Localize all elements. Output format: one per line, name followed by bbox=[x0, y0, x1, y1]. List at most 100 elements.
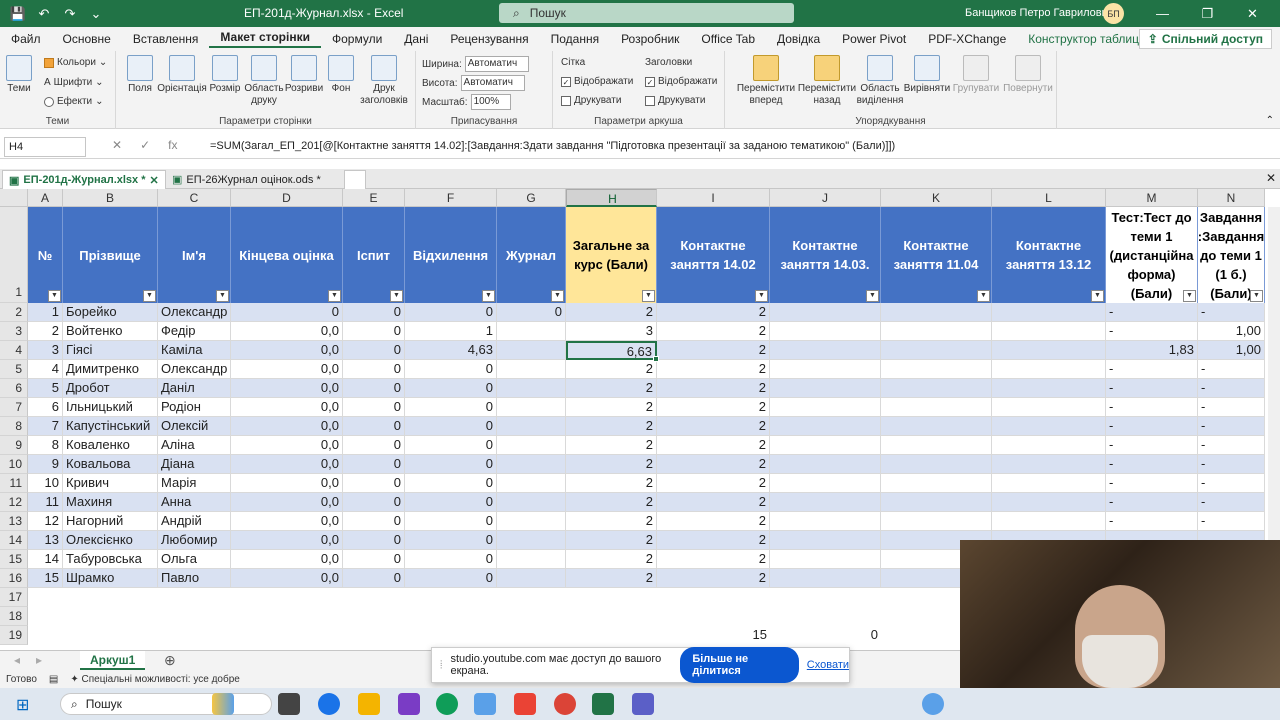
tab-insert[interactable]: Вставлення bbox=[122, 32, 210, 46]
filter-dropdown-icon[interactable]: ▼ bbox=[642, 290, 655, 302]
row-header[interactable]: 6 bbox=[0, 379, 28, 398]
table-cell[interactable]: 0 bbox=[405, 379, 497, 398]
table-cell[interactable] bbox=[497, 360, 566, 379]
table-cell[interactable]: 0 bbox=[343, 531, 405, 550]
table-cell[interactable] bbox=[881, 436, 992, 455]
row-header[interactable]: 3 bbox=[0, 322, 28, 341]
table-header-cell[interactable]: № bbox=[28, 207, 63, 303]
table-cell[interactable]: 0 bbox=[343, 569, 405, 588]
align-button[interactable]: Вирівняти bbox=[903, 55, 951, 95]
table-cell[interactable]: - bbox=[1106, 303, 1198, 322]
table-header-cell[interactable]: Тест:Тест до теми 1 (дистанційна форма) … bbox=[1106, 207, 1198, 303]
table-cell[interactable]: 0,0 bbox=[231, 379, 343, 398]
table-cell[interactable]: 0 bbox=[343, 512, 405, 531]
table-cell[interactable]: 1,83 bbox=[1106, 341, 1198, 360]
table-cell[interactable]: 0 bbox=[343, 493, 405, 512]
table-cell[interactable]: - bbox=[1198, 493, 1265, 512]
table-cell[interactable]: 0 bbox=[405, 474, 497, 493]
row-header[interactable]: 2 bbox=[0, 303, 28, 322]
table-cell[interactable]: Любомир bbox=[158, 531, 231, 550]
table-header-cell[interactable]: Контактне заняття 14.02 bbox=[657, 207, 770, 303]
table-cell[interactable]: 1 bbox=[405, 322, 497, 341]
table-cell[interactable]: 2 bbox=[657, 455, 770, 474]
select-all-corner[interactable] bbox=[0, 189, 28, 207]
table-cell[interactable]: - bbox=[1106, 493, 1198, 512]
table-cell[interactable]: 0 bbox=[405, 569, 497, 588]
name-box[interactable]: H4 bbox=[4, 137, 86, 157]
table-cell[interactable]: 0 bbox=[405, 398, 497, 417]
group-button[interactable]: Групувати bbox=[951, 55, 1001, 95]
tab-home[interactable]: Основне bbox=[52, 32, 122, 46]
send-backward-button[interactable]: Перемістити назад bbox=[797, 55, 857, 107]
close-tab-icon[interactable]: ✕ bbox=[150, 174, 159, 187]
accessibility-status[interactable]: ✦ Спеціальні можливості: усе добре bbox=[70, 674, 239, 685]
column-header[interactable]: K bbox=[881, 189, 992, 207]
margins-button[interactable]: Поля bbox=[124, 55, 156, 95]
table-cell[interactable]: Федір bbox=[158, 322, 231, 341]
table-cell[interactable] bbox=[770, 569, 881, 588]
tab-pdf-xchange[interactable]: PDF-XChange bbox=[917, 32, 1017, 46]
column-header[interactable]: L bbox=[992, 189, 1106, 207]
table-cell[interactable]: 2 bbox=[566, 417, 657, 436]
column-header[interactable]: E bbox=[343, 189, 405, 207]
table-cell[interactable]: 2 bbox=[657, 360, 770, 379]
table-cell[interactable]: 0,0 bbox=[231, 493, 343, 512]
table-cell[interactable]: - bbox=[1198, 379, 1265, 398]
column-header[interactable]: B bbox=[63, 189, 158, 207]
teams-icon[interactable] bbox=[632, 693, 654, 715]
table-cell[interactable] bbox=[992, 436, 1106, 455]
office-icon[interactable] bbox=[398, 693, 420, 715]
table-cell[interactable]: 0 bbox=[405, 417, 497, 436]
table-cell[interactable]: Марія bbox=[158, 474, 231, 493]
filter-dropdown-icon[interactable]: ▼ bbox=[551, 290, 564, 302]
table-cell[interactable] bbox=[770, 436, 881, 455]
table-cell[interactable]: - bbox=[1106, 417, 1198, 436]
table-cell[interactable]: 13 bbox=[28, 531, 63, 550]
column-header[interactable]: G bbox=[497, 189, 566, 207]
table-cell[interactable] bbox=[770, 474, 881, 493]
table-cell[interactable]: 0 bbox=[343, 360, 405, 379]
table-cell[interactable] bbox=[497, 436, 566, 455]
table-header-cell[interactable]: Контактне заняття 11.04 bbox=[881, 207, 992, 303]
table-header-cell[interactable]: Журнал bbox=[497, 207, 566, 303]
table-cell[interactable]: 1 bbox=[28, 303, 63, 322]
table-cell[interactable]: Войтенко bbox=[63, 322, 158, 341]
table-cell[interactable]: - bbox=[1106, 455, 1198, 474]
new-tab-button[interactable] bbox=[344, 170, 366, 189]
tab-formulas[interactable]: Формули bbox=[321, 32, 393, 46]
rotate-button[interactable]: Повернути bbox=[1001, 55, 1055, 95]
table-cell[interactable] bbox=[770, 360, 881, 379]
row-header[interactable]: 17 bbox=[0, 588, 28, 607]
table-cell[interactable] bbox=[881, 322, 992, 341]
table-cell[interactable]: 6,63 bbox=[566, 341, 657, 360]
table-cell[interactable]: 2 bbox=[566, 455, 657, 474]
row-header[interactable]: 11 bbox=[0, 474, 28, 493]
tab-view[interactable]: Подання bbox=[540, 32, 610, 46]
table-cell[interactable] bbox=[992, 379, 1106, 398]
tab-file[interactable]: Файл bbox=[0, 32, 52, 46]
column-header[interactable]: F bbox=[405, 189, 497, 207]
table-cell[interactable] bbox=[497, 379, 566, 398]
table-cell[interactable]: Олександр bbox=[158, 360, 231, 379]
row-header[interactable]: 14 bbox=[0, 531, 28, 550]
print-area-button[interactable]: Область друку bbox=[242, 55, 286, 107]
table-cell[interactable] bbox=[992, 455, 1106, 474]
table-cell[interactable] bbox=[497, 417, 566, 436]
table-cell[interactable]: 0 bbox=[343, 436, 405, 455]
column-header[interactable]: C bbox=[158, 189, 231, 207]
table-cell[interactable] bbox=[992, 341, 1106, 360]
table-header-cell[interactable]: Завдання :Завдання до теми 1 (1 б.) (Бал… bbox=[1198, 207, 1265, 303]
table-cell[interactable]: 0 bbox=[343, 322, 405, 341]
table-cell[interactable]: 2 bbox=[566, 550, 657, 569]
table-cell[interactable]: 2 bbox=[566, 379, 657, 398]
table-cell[interactable]: 7 bbox=[28, 417, 63, 436]
table-cell[interactable]: 0 bbox=[343, 341, 405, 360]
table-header-cell[interactable]: Контактне заняття 14.03. bbox=[770, 207, 881, 303]
table-cell[interactable]: - bbox=[1106, 360, 1198, 379]
table-cell[interactable]: 0 bbox=[405, 550, 497, 569]
table-cell[interactable]: 2 bbox=[657, 417, 770, 436]
table-cell[interactable] bbox=[770, 455, 881, 474]
table-cell[interactable]: 2 bbox=[657, 436, 770, 455]
table-cell[interactable]: 2 bbox=[566, 398, 657, 417]
table-cell[interactable]: 0,0 bbox=[231, 531, 343, 550]
